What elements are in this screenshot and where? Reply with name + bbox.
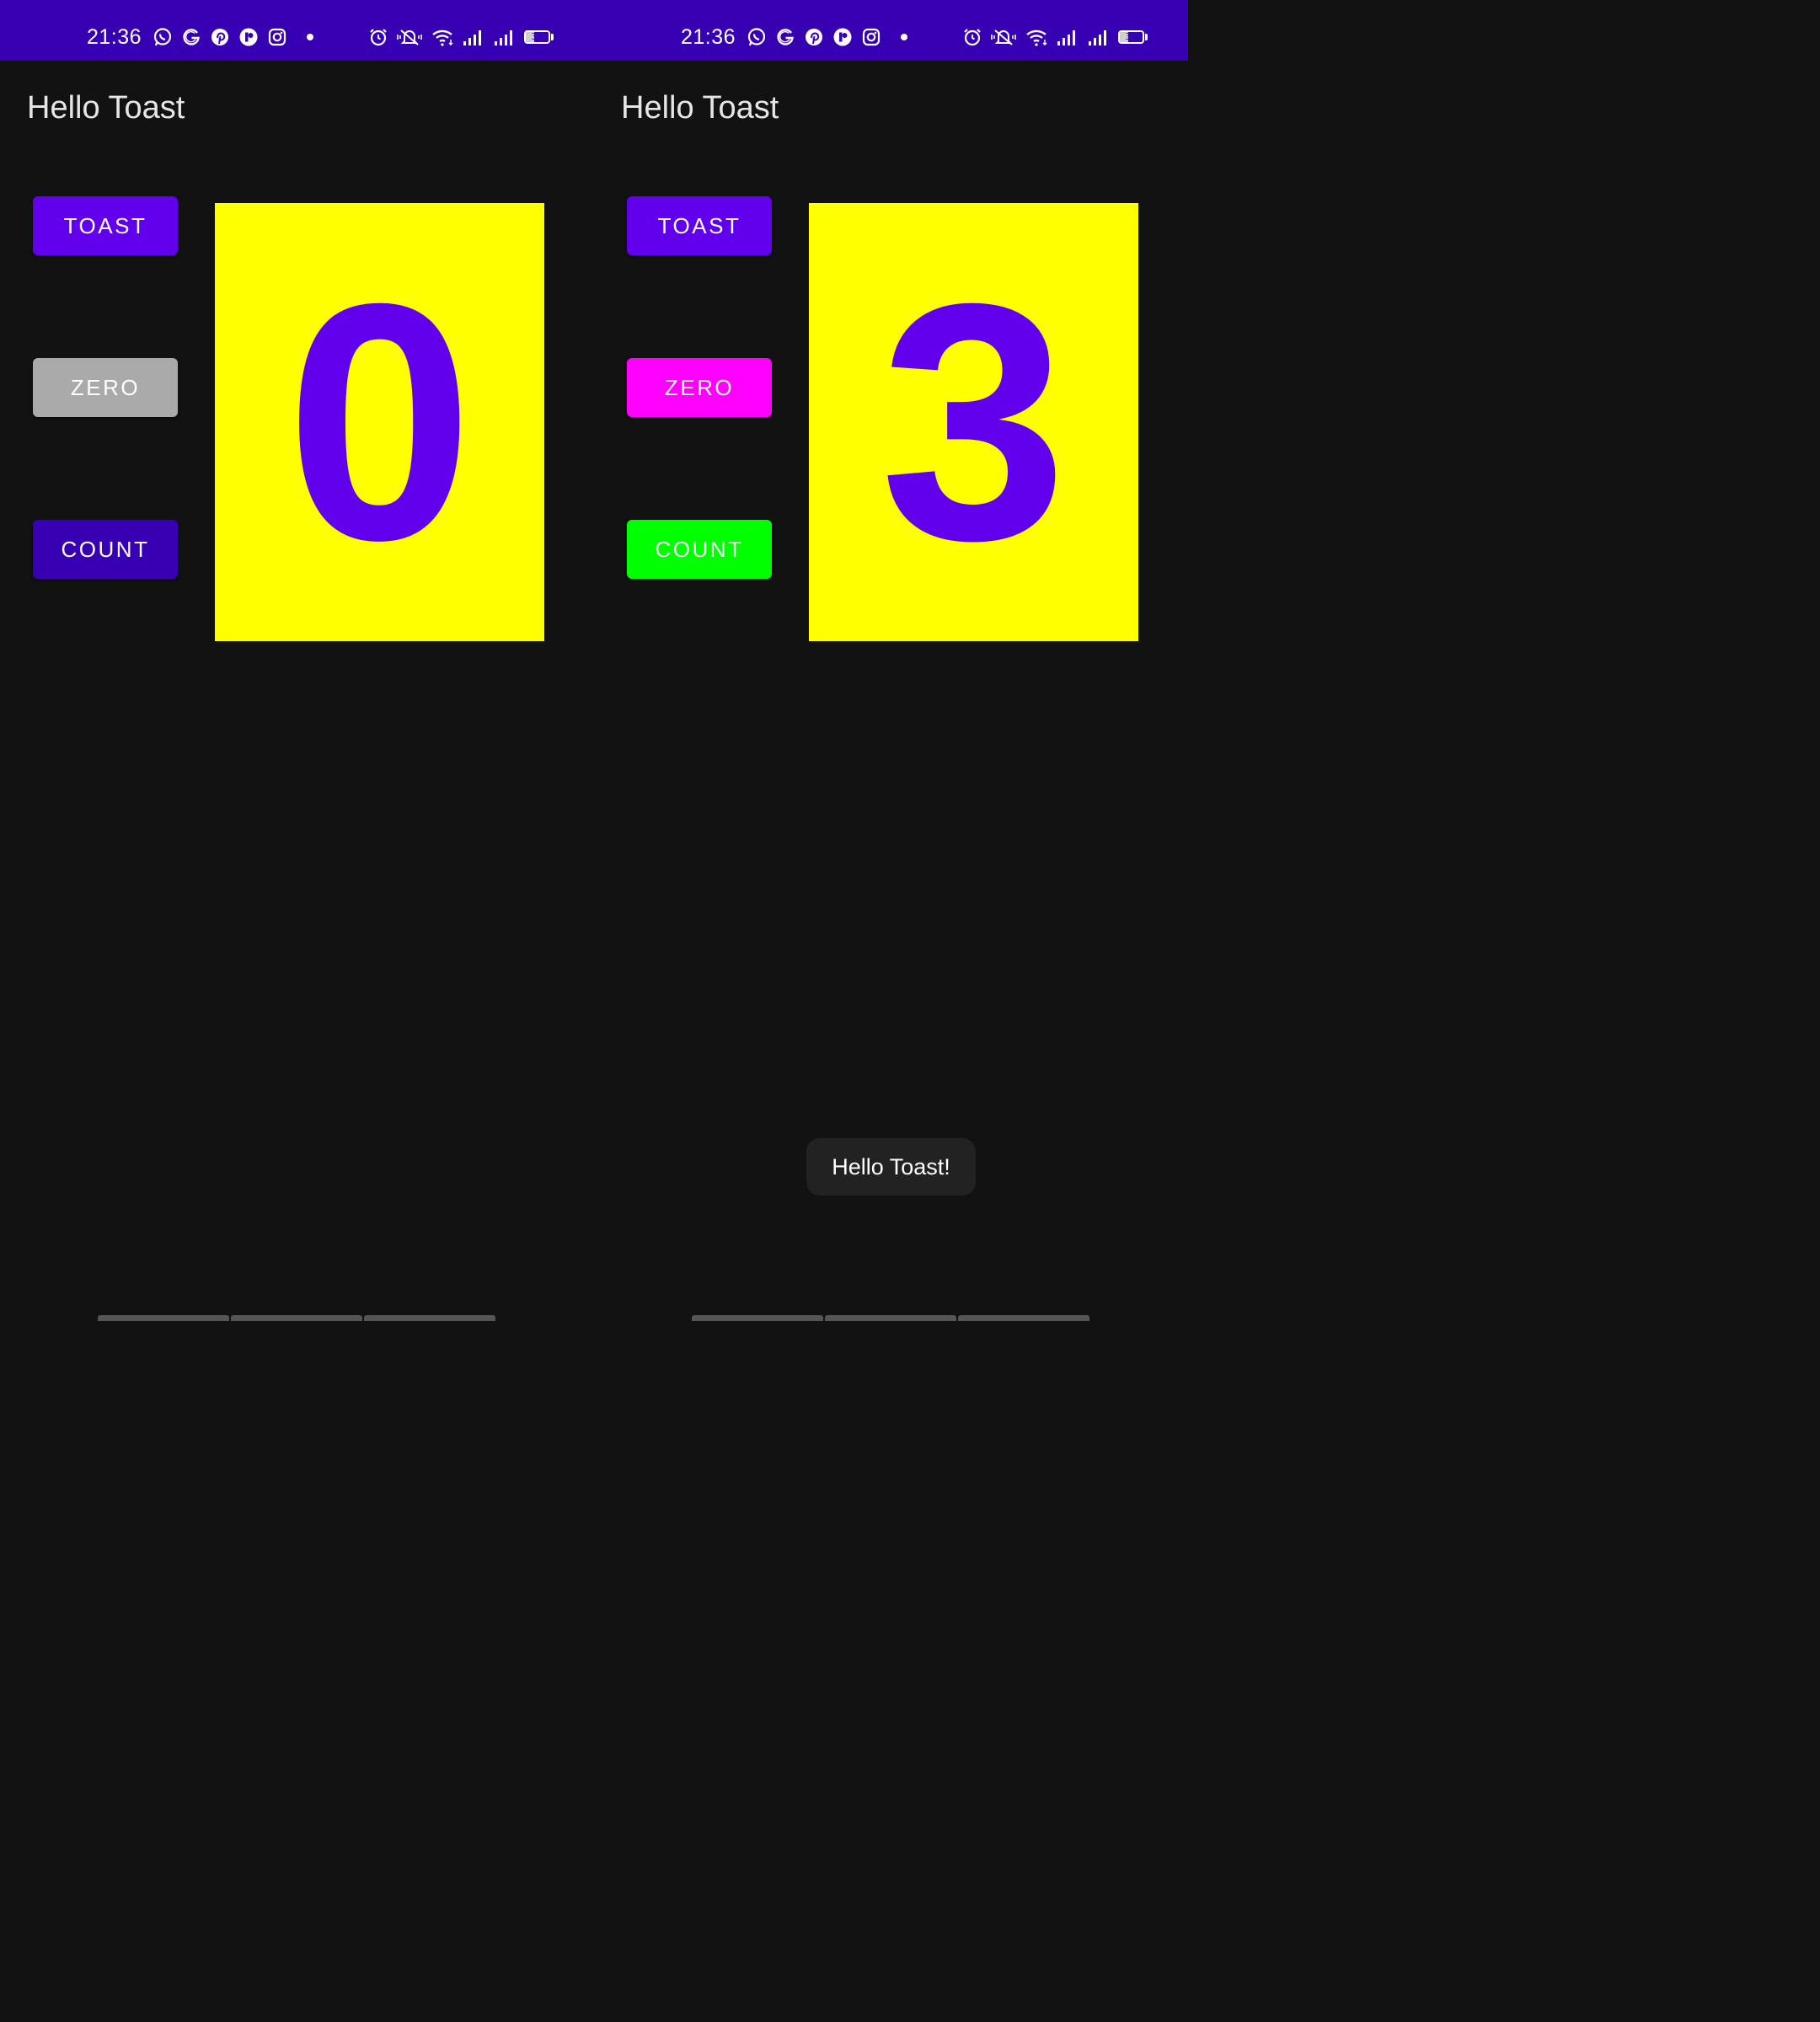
toast-message: Hello Toast! — [806, 1138, 976, 1196]
navigation-bar — [98, 1315, 495, 1321]
signal-icon — [1056, 27, 1076, 47]
count-display: 0 — [215, 203, 544, 641]
toast-button[interactable]: TOAST — [33, 196, 178, 255]
nav-segment[interactable] — [958, 1315, 1089, 1321]
alarm-icon — [368, 27, 388, 47]
navigation-bar — [692, 1315, 1089, 1321]
instagram-icon — [861, 27, 881, 47]
status-bar: 21:36 37 — [594, 0, 1188, 61]
nav-segment[interactable] — [692, 1315, 823, 1321]
status-bar: 21:36 37 — [0, 0, 594, 61]
dot-icon — [894, 27, 914, 47]
count-button[interactable]: COUNT — [33, 520, 178, 579]
instagram-icon — [267, 27, 287, 47]
app-title: Hello Toast — [621, 90, 779, 126]
battery-icon: 37 — [524, 30, 554, 45]
battery-icon: 37 — [1118, 30, 1148, 45]
mute-icon — [397, 27, 422, 47]
google-icon — [775, 27, 795, 47]
signal-icon — [1087, 27, 1107, 47]
nav-segment[interactable] — [825, 1315, 956, 1321]
whatsapp-icon — [747, 27, 767, 47]
alarm-icon — [962, 27, 982, 47]
signal-icon — [493, 27, 513, 47]
dot-icon — [300, 27, 320, 47]
toast-button[interactable]: TOAST — [627, 196, 772, 255]
nav-segment[interactable] — [231, 1315, 362, 1321]
status-time: 21:36 — [87, 25, 142, 49]
count-button[interactable]: COUNT — [627, 520, 772, 579]
wifi-icon — [1025, 27, 1049, 47]
battery-level: 37 — [1125, 31, 1138, 42]
nav-segment[interactable] — [364, 1315, 495, 1321]
app-icon — [832, 27, 853, 47]
screen-before: 21:36 37 Hello Toast TOAST ZERO COUNT 0 — [0, 0, 594, 1321]
screen-after: 21:36 37 Hello Toast TOAST ZERO COUNT 3 … — [594, 0, 1188, 1321]
app-icon — [238, 27, 259, 47]
nav-segment[interactable] — [98, 1315, 229, 1321]
pinterest-icon — [210, 27, 230, 47]
count-display: 3 — [809, 203, 1138, 641]
google-icon — [181, 27, 201, 47]
mute-icon — [991, 27, 1016, 47]
app-title: Hello Toast — [27, 90, 185, 126]
zero-button[interactable]: ZERO — [33, 358, 178, 417]
wifi-icon — [431, 27, 455, 47]
battery-level: 37 — [531, 31, 543, 42]
status-time: 21:36 — [681, 25, 736, 49]
whatsapp-icon — [153, 27, 173, 47]
signal-icon — [462, 27, 482, 47]
pinterest-icon — [804, 27, 824, 47]
zero-button[interactable]: ZERO — [627, 358, 772, 417]
